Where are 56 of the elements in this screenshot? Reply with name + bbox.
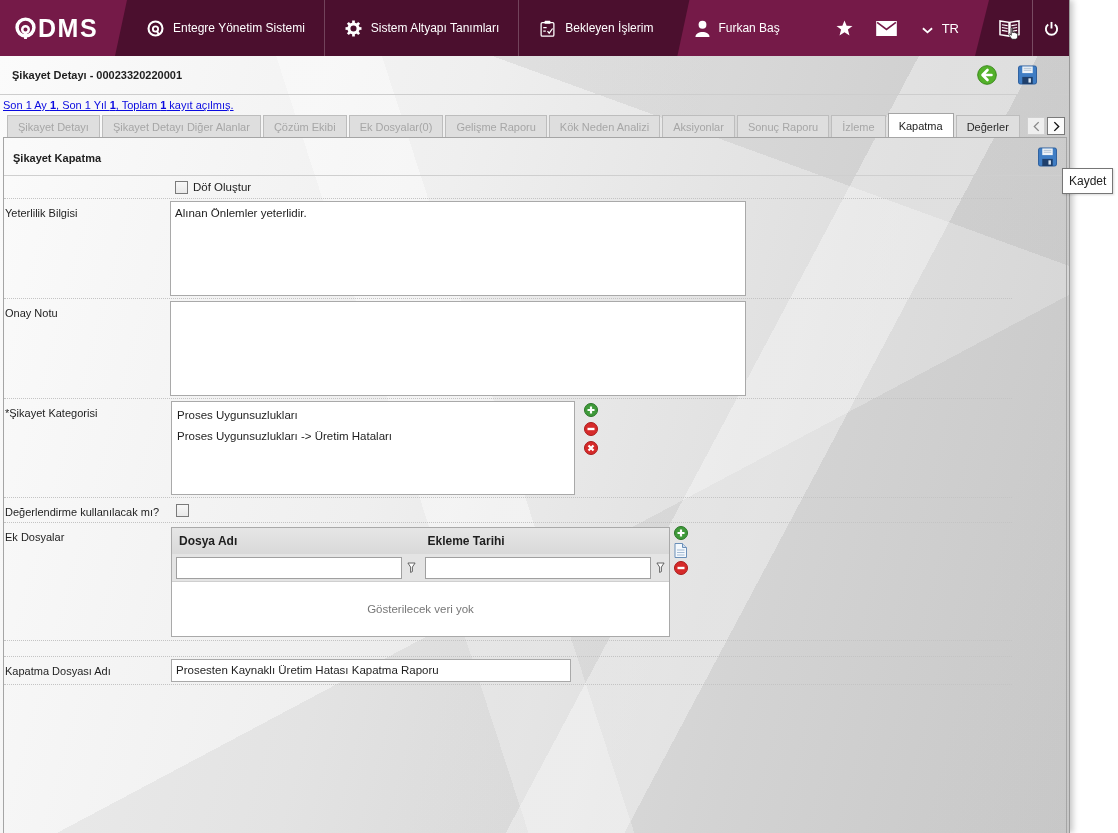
text-area-field[interactable]: Alınan Önlemler yeterlidir. xyxy=(170,201,746,296)
logo-text: DMS xyxy=(38,13,99,43)
empty-message: Gösterilecek veri yok xyxy=(367,603,474,615)
user-icon xyxy=(695,19,711,37)
power-icon[interactable] xyxy=(1043,20,1059,36)
q-circle-icon xyxy=(147,19,164,37)
chevron-right-icon xyxy=(1052,120,1060,132)
book-icon[interactable] xyxy=(999,18,1020,38)
chevron-left-icon xyxy=(1032,120,1040,132)
tooltip: Kaydet xyxy=(1062,168,1114,194)
field-label: Kapatma Dosyası Adı xyxy=(5,665,111,677)
x-circle-icon[interactable] xyxy=(584,441,598,455)
tab-scroll-right-button[interactable] xyxy=(1047,117,1065,135)
field-label: Ek Dosyalar xyxy=(5,531,65,543)
list-item[interactable]: Proses Uygunsuzlukları -> Üretim Hataları xyxy=(177,426,569,447)
plus-circle-icon[interactable] xyxy=(584,403,598,417)
q-ring-icon xyxy=(14,16,37,40)
logo[interactable]: DMS xyxy=(0,0,127,56)
field-label: *Şikayet Kategorisi xyxy=(5,407,98,419)
text-area-field[interactable] xyxy=(170,301,746,396)
checkbox[interactable] xyxy=(176,503,189,517)
checkbox-label: Döf Oluştur xyxy=(193,181,252,193)
save-icon[interactable] xyxy=(1038,146,1057,167)
list-item[interactable]: Proses Uygunsuzlukları xyxy=(177,405,569,426)
mail-icon[interactable] xyxy=(875,20,897,36)
filter-icon[interactable] xyxy=(655,562,665,573)
minus-circle-icon[interactable] xyxy=(674,561,688,575)
nav-menu-item[interactable]: Sistem Altyapı Tanımları xyxy=(324,0,520,56)
column-header: Ekleme Tarihi xyxy=(426,534,506,548)
filter-field[interactable] xyxy=(176,556,402,579)
field-label: Onay Notu xyxy=(5,307,58,319)
star-icon[interactable] xyxy=(835,20,853,36)
text-input-field[interactable]: Prosesten Kaynaklı Üretim Hatası Kapatma Raporu xyxy=(171,659,571,682)
chevron-down-icon xyxy=(921,26,933,34)
checkbox[interactable] xyxy=(175,180,188,194)
document-icon[interactable] xyxy=(674,543,687,558)
gear-icon xyxy=(344,19,362,37)
filter-icon[interactable] xyxy=(407,562,416,573)
field-label: Değerlendirme kullanılacak mı? xyxy=(5,506,160,518)
field-label: Yeterlilik Bilgisi xyxy=(5,207,78,219)
section-title: Şikayet Kapatma xyxy=(13,152,102,164)
nav-menu-item[interactable]: Bekleyen İşlerim xyxy=(519,0,678,56)
nav-menu-item[interactable]: Entegre Yönetim Sistemi xyxy=(127,0,325,56)
clipboard-check-icon xyxy=(539,19,557,37)
history-link[interactable]: Son 1 Ay 1, Son 1 Yıl 1, Toplam 1 kayıt açılmış. xyxy=(3,99,234,111)
save-icon[interactable] xyxy=(1018,65,1037,85)
tab[interactable]: Değerler xyxy=(955,115,1020,137)
tab[interactable]: Kapatma xyxy=(887,113,954,137)
column-header: Dosya Adı xyxy=(178,534,239,548)
page-title: Şikayet Detayı - 00023320220001 xyxy=(12,69,183,81)
plus-circle-icon[interactable] xyxy=(674,526,688,540)
hand-cursor-icon xyxy=(1008,27,1019,40)
user-menu[interactable]: Furkan Baş xyxy=(695,19,780,37)
language-selector[interactable]: TR xyxy=(921,20,959,36)
filter-field[interactable] xyxy=(424,556,651,579)
minus-circle-icon[interactable] xyxy=(584,422,598,436)
